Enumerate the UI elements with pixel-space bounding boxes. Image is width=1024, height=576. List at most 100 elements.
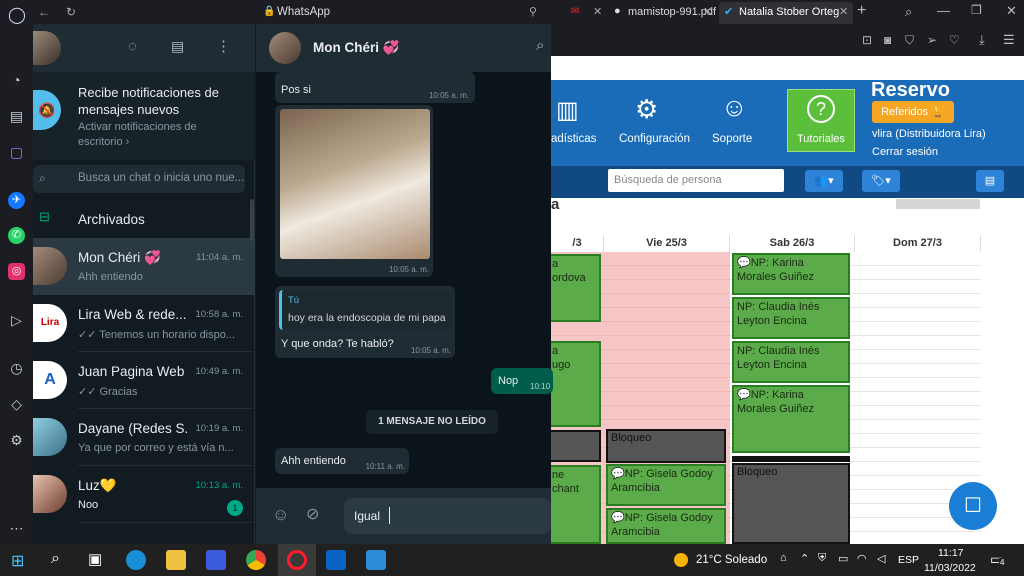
chevron-up-icon[interactable]: ⌃ bbox=[800, 552, 809, 565]
battery-icon[interactable]: ▭ bbox=[838, 552, 848, 565]
document-button[interactable]: ▤ bbox=[976, 170, 1004, 192]
opera-logo-icon[interactable]: ◯ bbox=[8, 7, 26, 24]
store-icon[interactable] bbox=[366, 550, 386, 570]
contact-avatar[interactable] bbox=[269, 32, 301, 64]
whatsapp-icon[interactable]: ✆ bbox=[8, 227, 25, 244]
menu-dots-icon[interactable]: ⋮ bbox=[216, 37, 231, 55]
calendar-event[interactable]: a ordova bbox=[547, 254, 601, 322]
chat-item-dayane[interactable]: Dayane (Redes S... 10:19 a. m. Ya que po… bbox=[33, 409, 255, 466]
windows-start-icon[interactable]: ⊞ bbox=[11, 551, 24, 571]
message-image[interactable]: 10:05 a. m. bbox=[275, 105, 433, 277]
pin-icon[interactable]: ⚲ bbox=[529, 5, 537, 18]
new-tab-plus-icon[interactable]: + bbox=[857, 2, 866, 20]
calendar-event[interactable]: NP: Claudia Inés Leyton Encina bbox=[732, 341, 850, 383]
archived-row[interactable]: ⊟ Archivados bbox=[33, 203, 255, 237]
chat-item-juan[interactable]: A Juan Pagina Web 10:49 a. m. ✓✓ Gracias bbox=[33, 352, 255, 409]
clock-time[interactable]: 11:17 bbox=[938, 547, 964, 559]
gmail-tab-icon[interactable]: ✉ bbox=[571, 6, 579, 17]
referidos-button[interactable]: Referidos 🏆 bbox=[872, 101, 954, 123]
tag-filter-button[interactable]: 🏷▾ bbox=[862, 170, 900, 192]
chat-search-box[interactable]: ⌕ Busca un chat o inicia uno nue... bbox=[33, 165, 245, 193]
message-in[interactable]: Ahh entiendo 10:11 a. m. bbox=[275, 448, 409, 474]
search-messages-icon[interactable]: ⌕ bbox=[536, 37, 544, 54]
download-icon[interactable]: ⤓ bbox=[979, 32, 985, 48]
close-window-icon[interactable]: ✕ bbox=[1006, 3, 1017, 19]
search-tabs-icon[interactable]: ⌕ bbox=[905, 4, 912, 20]
close-tab-icon[interactable]: ✕ bbox=[703, 5, 712, 18]
search-icon[interactable]: ⌕ bbox=[51, 550, 60, 568]
close-tab-icon[interactable]: ✕ bbox=[593, 5, 602, 18]
task-view-icon[interactable]: ▣ bbox=[88, 550, 102, 568]
settings-gear-icon[interactable]: ⚙ bbox=[8, 432, 25, 449]
clock-date[interactable]: 11/03/2022 bbox=[924, 562, 976, 574]
snapshot-icon[interactable]: ◙ bbox=[884, 33, 891, 47]
player-icon[interactable]: ▷ bbox=[8, 312, 25, 329]
volume-icon[interactable]: ◁ bbox=[877, 552, 885, 565]
attach-clip-icon[interactable]: ⊘ bbox=[306, 504, 319, 524]
cat-photo[interactable] bbox=[280, 109, 430, 259]
history-icon[interactable]: ◷ bbox=[8, 360, 25, 377]
instagram-icon[interactable]: ◎ bbox=[8, 263, 25, 280]
message-reply[interactable]: Tú hoy era la endoscopia de mi papa Y qu… bbox=[275, 286, 455, 358]
nav-soporte[interactable]: Soporte bbox=[712, 133, 752, 145]
calendar-event[interactable]: 💬NP: Karina Morales Guiñez bbox=[732, 253, 850, 295]
menu-icon[interactable]: ☰ bbox=[1003, 32, 1015, 48]
nav-tutoriales-button[interactable]: ? Tutoriales bbox=[787, 89, 855, 152]
shop-icon[interactable]: ▤ bbox=[8, 108, 25, 125]
more-dots-icon[interactable]: ⋯ bbox=[8, 520, 25, 537]
reload-icon[interactable]: ↻ bbox=[66, 5, 76, 19]
nav-configuracion[interactable]: Configuración bbox=[619, 133, 690, 145]
status-icon[interactable]: ◌ bbox=[128, 38, 137, 55]
language-indicator[interactable]: ESP bbox=[898, 554, 919, 566]
file-explorer-icon[interactable] bbox=[166, 550, 186, 570]
messenger-icon[interactable]: ✈ bbox=[8, 192, 25, 209]
opera-taskbar-active[interactable] bbox=[278, 544, 316, 576]
chat-item-luz[interactable]: Luz💛 10:13 a. m. Noo 1 bbox=[33, 466, 255, 523]
notification-banner[interactable]: 🔕 Recibe notificaciones de mensajes nuev… bbox=[33, 72, 255, 160]
calendar-block[interactable] bbox=[547, 430, 601, 462]
my-avatar[interactable] bbox=[33, 31, 61, 65]
close-tab-icon[interactable]: ✕ bbox=[839, 5, 848, 18]
nav-estadisticas[interactable]: adísticas bbox=[551, 133, 596, 145]
calendar-event[interactable]: 💬NP: Gisela Godoy Aramcibia bbox=[606, 508, 726, 544]
weather-text[interactable]: 21°C Soleado bbox=[696, 554, 767, 566]
shield-icon[interactable]: ⛉ bbox=[905, 33, 914, 48]
calendar-block[interactable]: Bloqueo bbox=[606, 429, 726, 463]
speed-dial-icon[interactable]: ◔ bbox=[8, 72, 25, 89]
send-icon[interactable]: ➢ bbox=[927, 33, 937, 47]
outlook-icon[interactable] bbox=[326, 550, 346, 570]
message-input[interactable]: Igual bbox=[344, 498, 551, 534]
logout-link[interactable]: Cerrar sesión bbox=[872, 146, 938, 158]
edge-icon[interactable] bbox=[126, 550, 146, 570]
calendar-event[interactable]: 💬NP: Karina Morales Guiñez bbox=[732, 385, 850, 453]
emoji-icon[interactable]: ☺ bbox=[272, 505, 289, 525]
message-out[interactable]: Nop 10:10 bbox=[491, 368, 553, 394]
defender-icon[interactable]: ⛨ bbox=[818, 552, 826, 565]
new-chat-icon[interactable]: ▤ bbox=[171, 38, 184, 55]
chrome-icon[interactable] bbox=[246, 550, 266, 570]
people-icon[interactable]: ⌂ bbox=[780, 552, 787, 564]
person-search-input[interactable]: Búsqueda de persona bbox=[608, 169, 784, 192]
chat-item-lira-web[interactable]: Lira Lira Web & rede... 10:58 a. m. ✓✓ T… bbox=[33, 295, 255, 352]
quoted-message[interactable]: Tú hoy era la endoscopia de mi papa bbox=[279, 290, 451, 330]
chat-list-scrollbar[interactable] bbox=[250, 199, 254, 241]
cube-icon[interactable]: ◇ bbox=[8, 396, 25, 413]
back-arrow-icon[interactable]: ← bbox=[38, 5, 50, 19]
chat-item-mon-cheri[interactable]: Mon Chéri 💞 11:04 a. m. Ahh entiendo bbox=[33, 238, 255, 295]
chat-search-input[interactable]: Busca un chat o inicia uno nue... bbox=[78, 172, 244, 184]
tab-whatsapp-title[interactable]: WhatsApp bbox=[277, 6, 330, 18]
heart-icon[interactable]: ♡ bbox=[949, 33, 960, 47]
calendar-event[interactable]: a ugo bbox=[547, 341, 601, 427]
app-icon[interactable] bbox=[206, 550, 226, 570]
camera-icon[interactable]: ⊡ bbox=[862, 33, 872, 47]
tab-active-natalia[interactable]: ✔ Natalia Stober Orteg bbox=[719, 2, 853, 24]
users-filter-button[interactable]: 👥▾ bbox=[805, 170, 843, 192]
calendar-event[interactable]: 💬NP: Gisela Godoy Aramcibia bbox=[606, 464, 726, 506]
calendar-event[interactable]: NP: Claudia Inés Leyton Encina bbox=[732, 297, 850, 339]
view-toggle[interactable] bbox=[896, 199, 980, 209]
maximize-icon[interactable]: ❐ bbox=[971, 3, 982, 17]
calendar-block[interactable]: Bloqueo bbox=[732, 463, 850, 544]
minimize-icon[interactable]: — bbox=[937, 3, 950, 18]
wifi-icon[interactable]: ◠ bbox=[857, 552, 867, 565]
message-in[interactable]: Pos si 10:05 a. m. bbox=[275, 72, 475, 103]
